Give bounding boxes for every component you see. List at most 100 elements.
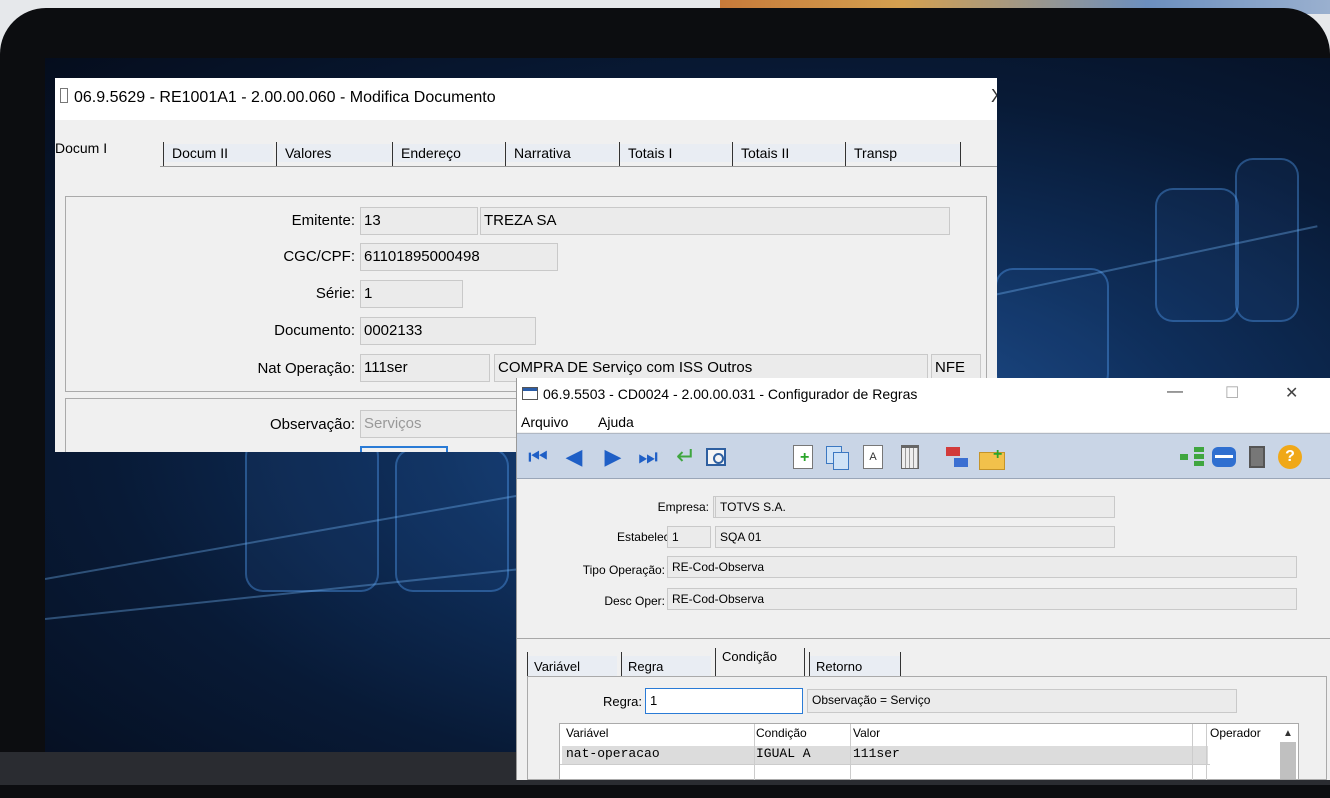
empresa-name-field[interactable]: TOTVS S.A. [715, 496, 1115, 518]
documento-label: Documento: [274, 322, 355, 339]
window-title-text: 06.9.5503 - CD0024 - 2.00.00.031 - Confi… [543, 386, 918, 402]
next-icon[interactable]: ▶ [600, 444, 626, 470]
app-icon [522, 387, 538, 400]
cgc-field[interactable]: 61101895000498 [360, 243, 558, 271]
first-icon[interactable]: ⏮ [525, 444, 551, 470]
tab-label: Docum II [164, 144, 273, 162]
vertical-scrollbar[interactable]: ▲ [1280, 726, 1296, 779]
emitente-label: Emitente: [291, 212, 355, 229]
new-folder-icon[interactable]: + [979, 444, 1005, 470]
copy-icon[interactable] [824, 444, 850, 470]
tab-variavel[interactable]: Variável [527, 652, 617, 676]
tab-transp[interactable]: Transp [845, 142, 961, 166]
toolbar: ⏮ ◀ ▶ ⏭ ↵ + A + ? [517, 433, 1330, 479]
tab-label: Docum I [55, 140, 108, 156]
estabelecimento-name-field[interactable]: SQA 01 [715, 526, 1115, 548]
wallpaper-panel [1155, 188, 1239, 322]
tree-icon[interactable] [1179, 444, 1205, 470]
regra-desc-field[interactable]: Observação = Serviço [807, 689, 1237, 713]
close-button[interactable]: X [991, 86, 997, 107]
tab-label: Condição [722, 649, 777, 664]
tab-totais-ii[interactable]: Totais II [732, 142, 844, 166]
documento-field[interactable]: 0002133 [360, 317, 536, 345]
tipo-operacao-field[interactable]: RE-Cod-Observa [667, 556, 1297, 578]
column-header-condicao[interactable]: Condição [756, 726, 807, 740]
tab-regra[interactable]: Regra [621, 652, 711, 676]
regra-input[interactable]: 1 [645, 688, 803, 714]
nat-operacao-label: Nat Operação: [257, 360, 355, 377]
desc-oper-label: Desc Oper: [604, 594, 665, 608]
menu-bar: Arquivo Ajuda [517, 410, 1330, 432]
exit-icon[interactable] [1244, 444, 1270, 470]
tab-narrativa[interactable]: Narrativa [505, 142, 618, 166]
tab-docum-ii[interactable]: Docum II [163, 142, 273, 166]
help-icon[interactable]: ? [1277, 444, 1303, 470]
menu-ajuda[interactable]: Ajuda [598, 414, 634, 430]
emitente-code-field[interactable]: 13 [360, 207, 478, 235]
search-icon[interactable] [703, 444, 729, 470]
tab-docum-i[interactable]: Docum I [55, 136, 160, 168]
wallpaper-panel [245, 438, 379, 592]
regra-label: Regra: [602, 694, 642, 709]
grid-line [850, 724, 851, 780]
emitente-name-field[interactable]: TREZA SA [480, 207, 950, 235]
print-icon[interactable] [1211, 444, 1237, 470]
section-divider [517, 638, 1330, 639]
tab-label: Totais II [733, 144, 844, 162]
serie-field[interactable]: 1 [360, 280, 463, 308]
tab-label: Endereço [393, 144, 504, 162]
cell-variavel[interactable]: nat-operacao [566, 746, 660, 761]
tab-label: Narrativa [506, 144, 618, 162]
last-icon[interactable]: ⏭ [635, 444, 661, 470]
grid-line [1206, 724, 1207, 780]
focused-field-edge [360, 446, 448, 452]
tab-condicao[interactable]: Condição [715, 648, 805, 676]
tipo-operacao-label: Tipo Operação: [582, 563, 665, 577]
window-title: 06.9.5629 - RE1001A1 - 2.00.00.060 - Mod… [60, 88, 496, 107]
scroll-up-icon[interactable]: ▲ [1280, 726, 1296, 742]
tab-label: Transp [846, 144, 960, 162]
desc-oper-field[interactable]: RE-Cod-Observa [667, 588, 1297, 610]
column-header-variavel[interactable]: Variável [566, 726, 608, 740]
add-icon[interactable]: + [790, 444, 816, 470]
cgc-label: CGC/CPF: [283, 248, 355, 265]
condition-grid: Variável Condição Valor Operador nat-ope… [559, 723, 1299, 780]
wallpaper-panel [995, 268, 1109, 392]
window-title-text: 06.9.5629 - RE1001A1 - 2.00.00.060 - Mod… [74, 89, 496, 106]
maximize-button[interactable]: ☐ [1225, 383, 1239, 403]
title-bar: 06.9.5629 - RE1001A1 - 2.00.00.060 - Mod… [55, 78, 997, 120]
rules-icon[interactable] [945, 444, 971, 470]
menu-arquivo[interactable]: Arquivo [521, 414, 568, 430]
prev-icon[interactable]: ◀ [561, 444, 587, 470]
tab-label: Valores [277, 144, 391, 162]
title-bar: 06.9.5503 - CD0024 - 2.00.00.031 - Confi… [517, 378, 1330, 410]
tab-totais-i[interactable]: Totais I [619, 142, 731, 166]
cell-condicao[interactable]: IGUAL A [756, 746, 811, 761]
serie-label: Série: [315, 285, 355, 302]
close-button[interactable]: ✕ [1285, 383, 1298, 403]
tab-label: Variável [528, 656, 617, 676]
grid-line [754, 724, 755, 780]
column-header-operador[interactable]: Operador [1210, 726, 1272, 740]
estabelecimento-code-field[interactable]: 1 [667, 526, 711, 548]
tab-valores[interactable]: Valores [276, 142, 391, 166]
nat-operacao-code-field[interactable]: 111ser [360, 354, 490, 382]
tab-retorno[interactable]: Retorno [809, 652, 901, 676]
observacao-label: Observação: [269, 416, 355, 433]
grid-line [560, 764, 1210, 765]
tab-label: Retorno [810, 656, 900, 676]
tab-endereco[interactable]: Endereço [392, 142, 504, 166]
minimize-button[interactable]: — [1167, 383, 1183, 401]
tab-label: Totais I [620, 144, 731, 162]
cell-valor[interactable]: 111ser [853, 746, 900, 761]
configurador-regras-window: 06.9.5503 - CD0024 - 2.00.00.031 - Confi… [516, 378, 1330, 780]
delete-icon[interactable] [897, 444, 923, 470]
tab-strip: Docum I Docum II Valores Endereço Narrat… [55, 136, 997, 166]
app-icon [60, 88, 68, 103]
edit-icon[interactable]: A [860, 444, 886, 470]
empresa-label: Empresa: [657, 500, 709, 514]
goto-icon[interactable]: ↵ [673, 444, 699, 470]
column-header-valor[interactable]: Valor [853, 726, 880, 740]
tab-divider [160, 166, 997, 167]
grid-line [1192, 724, 1193, 780]
